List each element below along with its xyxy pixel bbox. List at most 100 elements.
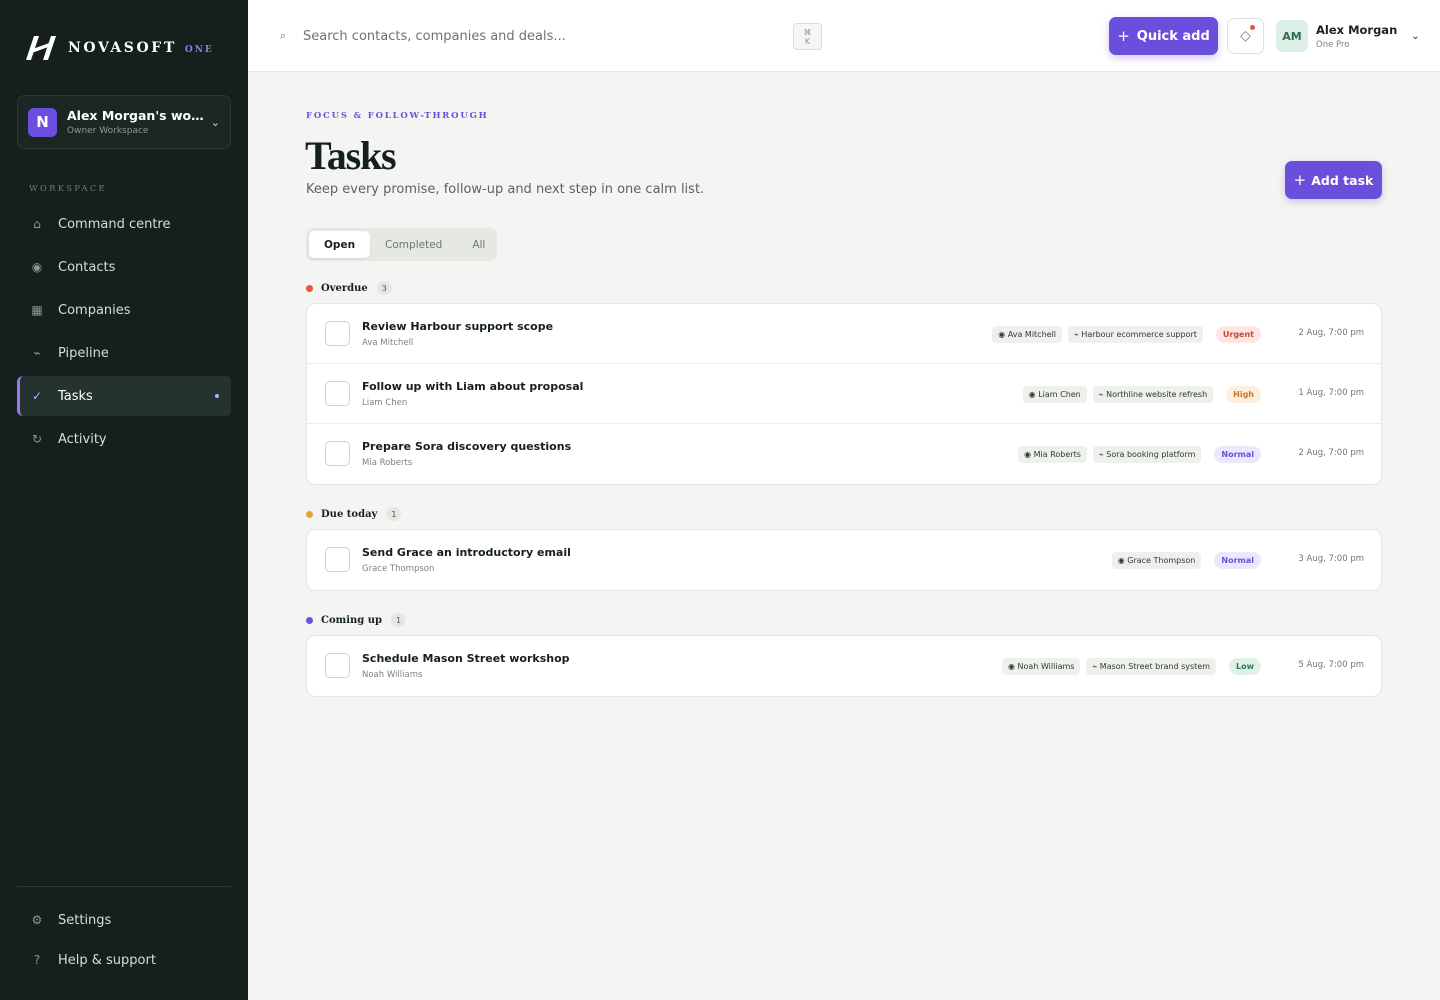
task-assignee: Mia Roberts <box>362 458 413 468</box>
person-icon: ◉ <box>1008 661 1018 671</box>
deal-chip[interactable]: ⌁ Harbour ecommerce support <box>1068 325 1203 343</box>
chip-label: Grace Thompson <box>1127 555 1196 565</box>
task-checkbox[interactable] <box>325 381 350 406</box>
task-title[interactable]: Review Harbour support scope <box>362 320 553 333</box>
page-title: Tasks <box>305 133 397 178</box>
workspace-avatar: N <box>28 107 57 137</box>
task-assignee: Grace Thompson <box>362 564 435 574</box>
task-assignee: Noah Williams <box>362 670 423 680</box>
contact-chip[interactable]: ◉ Mia Roberts <box>1018 445 1087 463</box>
sidebar-item-label: Settings <box>58 912 112 928</box>
sidebar-item-label: Tasks <box>58 388 93 404</box>
chevron-down-icon: ⌄ <box>1411 30 1420 42</box>
quick-add-button[interactable]: + Quick add <box>1109 17 1218 55</box>
deal-chip[interactable]: ⌁ Sora booking platform <box>1092 445 1202 463</box>
brand[interactable]: NOVASOFT ONE <box>24 34 214 62</box>
sidebar-footer-nav: ⚙ Settings ? Help & support <box>17 900 231 980</box>
task-checkbox[interactable] <box>325 441 350 466</box>
contact-chip[interactable]: ◉ Ava Mitchell <box>992 325 1063 343</box>
workspace-switcher[interactable]: N Alex Morgan's work... Owner Workspace … <box>17 95 231 149</box>
task-list-overdue: Review Harbour support scope Ava Mitchel… <box>306 303 1382 485</box>
sidebar-item-label: Pipeline <box>58 345 109 361</box>
page-eyebrow: FOCUS & FOLLOW-THROUGH <box>306 111 489 121</box>
chevron-down-icon: ⌄ <box>210 115 220 129</box>
task-row[interactable]: Follow up with Liam about proposal Liam … <box>307 364 1381 424</box>
task-title[interactable]: Schedule Mason Street workshop <box>362 652 570 665</box>
task-due-date: 2 Aug, 7:00 pm <box>1298 448 1364 458</box>
task-row[interactable]: Review Harbour support scope Ava Mitchel… <box>307 304 1381 364</box>
status-dot <box>306 510 313 518</box>
check-icon: ✓ <box>31 389 43 403</box>
task-row[interactable]: Send Grace an introductory email Grace T… <box>307 530 1381 590</box>
sidebar-item-activity[interactable]: ↻ Activity <box>17 419 231 459</box>
priority-badge: Low <box>1229 657 1261 675</box>
chip-label: Sora booking platform <box>1106 449 1196 459</box>
pipeline-icon: ⌁ <box>33 346 41 360</box>
sidebar-item-tasks[interactable]: ✓ Tasks <box>17 376 231 416</box>
add-task-label: Add task <box>1311 172 1374 188</box>
tab-all[interactable]: All <box>457 231 500 258</box>
task-list-due-today: Send Grace an introductory email Grace T… <box>306 529 1382 591</box>
task-due-date: 2 Aug, 7:00 pm <box>1298 328 1364 338</box>
chip-label: Noah Williams <box>1017 661 1075 671</box>
task-title[interactable]: Prepare Sora discovery questions <box>362 440 571 453</box>
task-meta: ◉ Ava Mitchell ⌁ Harbour ecommerce suppo… <box>986 325 1261 343</box>
task-title[interactable]: Follow up with Liam about proposal <box>362 380 583 393</box>
status-dot <box>306 284 313 292</box>
search-input[interactable] <box>303 28 773 44</box>
keyboard-shortcut-hint: ⌘ K <box>793 23 822 50</box>
task-checkbox[interactable] <box>325 547 350 572</box>
contact-chip[interactable]: ◉ Grace Thompson <box>1111 551 1202 569</box>
tab-completed[interactable]: Completed <box>370 231 457 258</box>
task-checkbox[interactable] <box>325 653 350 678</box>
contact-chip[interactable]: ◉ Liam Chen <box>1022 385 1087 403</box>
group-label: Overdue <box>321 282 368 294</box>
deal-icon: ⌁ <box>1098 449 1107 459</box>
quick-add-label: Quick add <box>1136 28 1210 44</box>
sidebar-item-contacts[interactable]: ◉ Contacts <box>17 247 231 287</box>
priority-badge: Normal <box>1214 445 1261 463</box>
sidebar-item-companies[interactable]: ▦ Companies <box>17 290 231 330</box>
deal-chip[interactable]: ⌁ Northline website refresh <box>1092 385 1214 403</box>
user-menu[interactable]: AM Alex Morgan One Pro ⌄ <box>1276 20 1420 52</box>
notifications-button[interactable]: ◇ <box>1227 18 1264 54</box>
task-assignee: Ava Mitchell <box>362 338 414 348</box>
task-row[interactable]: Prepare Sora discovery questions Mia Rob… <box>307 424 1381 484</box>
sidebar-item-help[interactable]: ? Help & support <box>17 940 231 980</box>
active-indicator-dot <box>215 394 219 398</box>
task-assignee: Liam Chen <box>362 398 408 408</box>
sidebar-item-label: Companies <box>58 302 131 318</box>
chip-label: Harbour ecommerce support <box>1081 329 1197 339</box>
task-row[interactable]: Schedule Mason Street workshop Noah Will… <box>307 636 1381 696</box>
contact-chip[interactable]: ◉ Noah Williams <box>1002 657 1081 675</box>
group-count-badge: 1 <box>391 613 407 627</box>
status-dot <box>306 616 313 624</box>
sidebar-item-pipeline[interactable]: ⌁ Pipeline <box>17 333 231 373</box>
deal-icon: ⌁ <box>1092 661 1100 671</box>
add-task-button[interactable]: + Add task <box>1285 161 1382 199</box>
priority-badge: Normal <box>1214 551 1261 569</box>
task-title[interactable]: Send Grace an introductory email <box>362 546 571 559</box>
companies-icon: ▦ <box>31 303 43 317</box>
user-name: Alex Morgan <box>1316 22 1398 37</box>
command-key-icon: ⌘ <box>803 28 812 37</box>
group-label: Due today <box>321 508 378 520</box>
task-due-date: 5 Aug, 7:00 pm <box>1298 660 1364 670</box>
section-label: WORKSPACE <box>29 184 107 194</box>
sidebar-item-label: Help & support <box>58 952 156 968</box>
chip-label: Mia Roberts <box>1033 449 1081 459</box>
group-header-due-today: Due today 1 <box>306 506 402 522</box>
brand-name: NOVASOFT <box>68 40 177 56</box>
sidebar-item-command-centre[interactable]: ⌂ Command centre <box>17 204 231 244</box>
task-meta: ◉ Liam Chen ⌁ Northline website refresh … <box>1017 385 1261 403</box>
priority-badge: High <box>1226 385 1261 403</box>
topbar: ⌕ ⌘ K + Quick add ◇ AM Alex Morgan One P… <box>248 0 1440 72</box>
tab-open[interactable]: Open <box>309 231 371 258</box>
task-checkbox[interactable] <box>325 321 350 346</box>
sidebar-item-settings[interactable]: ⚙ Settings <box>17 900 231 940</box>
task-meta: ◉ Grace Thompson Normal <box>1106 551 1261 569</box>
contacts-icon: ◉ <box>31 260 43 274</box>
deal-chip[interactable]: ⌁ Mason Street brand system <box>1086 657 1217 675</box>
task-meta: ◉ Mia Roberts ⌁ Sora booking platform No… <box>1012 445 1261 463</box>
avatar: AM <box>1276 20 1308 52</box>
